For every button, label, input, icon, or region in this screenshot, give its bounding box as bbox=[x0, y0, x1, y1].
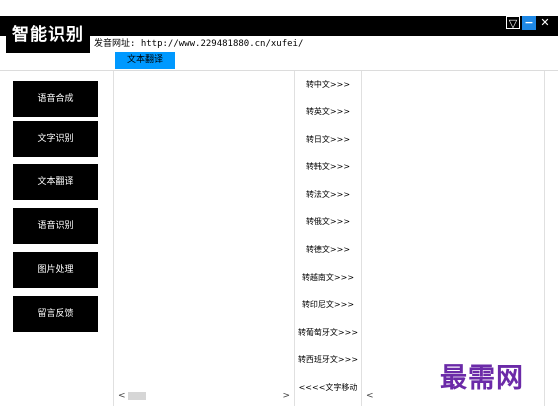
app-title: 智能识别 bbox=[6, 17, 90, 53]
sidebar-item-image-processing[interactable]: 图片处理 bbox=[13, 252, 98, 288]
sidebar-item-feedback[interactable]: 留言反馈 bbox=[13, 296, 98, 332]
scroll-left-icon[interactable]: < bbox=[118, 390, 126, 402]
to-vietnamese-button[interactable]: 转越南文>>> bbox=[296, 268, 360, 288]
watermark-logo: 最需网 bbox=[440, 363, 524, 394]
to-english-button[interactable]: 转英文>>> bbox=[296, 102, 360, 122]
scroll-right-icon[interactable]: > bbox=[282, 390, 290, 402]
url-label: 发音网址: http://www.229481880.cn/xufei/ bbox=[94, 39, 304, 49]
scrollbar-thumb[interactable] bbox=[128, 392, 146, 400]
window-controls: ▽ − ✕ bbox=[506, 16, 552, 32]
to-spanish-button[interactable]: 转西班牙文>>> bbox=[296, 350, 360, 370]
horizontal-scrollbar[interactable]: < > bbox=[114, 390, 294, 402]
sidebar-item-speech-synthesis[interactable]: 语音合成 bbox=[13, 81, 98, 117]
to-japanese-button[interactable]: 转日文>>> bbox=[296, 130, 360, 150]
tab-text-translate[interactable]: 文本翻译 bbox=[115, 52, 175, 69]
to-korean-button[interactable]: 转韩文>>> bbox=[296, 157, 360, 177]
close-icon[interactable]: ✕ bbox=[538, 16, 552, 30]
sidebar-item-text-recognition[interactable]: 文字识别 bbox=[13, 121, 98, 157]
skin-icon[interactable]: ▽ bbox=[506, 16, 520, 30]
to-french-button[interactable]: 转法文>>> bbox=[296, 185, 360, 205]
sidebar: 语音合成 文字识别 文本翻译 语音识别 图片处理 留言反馈 bbox=[0, 71, 112, 406]
translate-controls: 转中文>>> 转英文>>> 转日文>>> 转韩文>>> 转法文>>> 转俄文>>… bbox=[296, 71, 360, 406]
source-text-area[interactable]: < > bbox=[113, 71, 295, 406]
minimize-icon[interactable]: − bbox=[522, 16, 536, 30]
sidebar-item-speech-recognition[interactable]: 语音识别 bbox=[13, 208, 98, 244]
move-text-button[interactable]: <<<<文字移动 bbox=[296, 378, 360, 398]
to-german-button[interactable]: 转德文>>> bbox=[296, 240, 360, 260]
to-portuguese-button[interactable]: 转葡萄牙文>>> bbox=[296, 323, 360, 343]
scroll-left-icon[interactable]: < bbox=[366, 390, 374, 402]
sidebar-item-text-translate[interactable]: 文本翻译 bbox=[13, 164, 98, 200]
to-chinese-button[interactable]: 转中文>>> bbox=[296, 75, 360, 95]
to-indonesian-button[interactable]: 转印尼文>>> bbox=[296, 295, 360, 315]
to-russian-button[interactable]: 转俄文>>> bbox=[296, 212, 360, 232]
